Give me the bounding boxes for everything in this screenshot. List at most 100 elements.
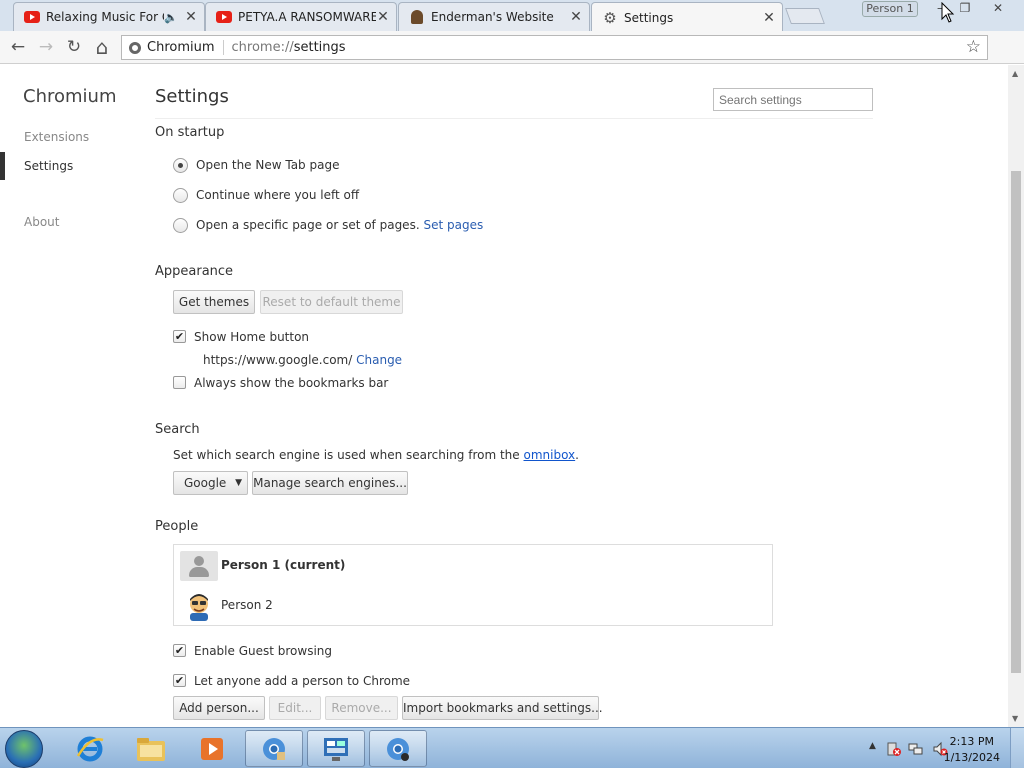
mouse-cursor-icon <box>941 2 955 23</box>
change-home-link[interactable]: Change <box>356 353 402 367</box>
close-window-button[interactable]: ✕ <box>983 1 1013 17</box>
chromium-page-icon <box>129 41 141 54</box>
close-tab-icon[interactable]: ✕ <box>569 9 583 25</box>
audio-playing-icon[interactable]: 🔈 <box>164 11 178 24</box>
scroll-up-icon[interactable]: ▲ <box>1012 69 1018 78</box>
sidebar-selection-indicator <box>0 152 5 180</box>
scrollbar-thumb[interactable] <box>1011 171 1021 673</box>
tab-settings[interactable]: ⚙ Settings ✕ <box>591 2 783 32</box>
checkbox-label: Show Home button <box>194 330 310 344</box>
clock-time: 2:13 PM <box>949 735 994 748</box>
sidebar-brand: Chromium <box>23 86 117 107</box>
anyone-add-person-checkbox[interactable]: ✔ <box>173 674 186 687</box>
gear-icon: ⚙ <box>603 8 617 27</box>
clock-date: 1/13/2024 <box>943 751 1000 764</box>
action-center-icon[interactable] <box>886 741 902 760</box>
cartoon-avatar-icon <box>190 594 208 621</box>
file-explorer-icon[interactable] <box>122 730 180 767</box>
profile-button[interactable]: Person 1 <box>862 1 918 17</box>
default-avatar-icon <box>180 551 218 581</box>
address-bar[interactable]: Chromium chrome://settings ☆ <box>121 35 988 60</box>
tab-relaxing-music[interactable]: Relaxing Music For Ca 🔈 ✕ <box>13 2 205 31</box>
home-url: https://www.google.com/ Change <box>203 353 403 367</box>
checkbox-label: Let anyone add a person to Chrome <box>194 674 411 688</box>
omnibox-link[interactable]: omnibox <box>524 448 576 462</box>
people-list: Person 1 (current) Person 2 <box>173 544 773 626</box>
show-hidden-icons-arrow[interactable]: ▲ <box>869 741 876 751</box>
checkbox-label: Always show the bookmarks bar <box>194 376 389 390</box>
add-person-button[interactable]: Add person... <box>173 696 265 720</box>
sidebar-item-extensions[interactable]: Extensions <box>24 130 89 144</box>
tab-title: Relaxing Music For Ca <box>46 10 164 24</box>
close-tab-icon[interactable]: ✕ <box>184 9 198 25</box>
radio-label: Open a specific page or set of pages. Se… <box>196 218 484 232</box>
url-text: chrome://settings <box>231 40 346 55</box>
radio-label: Open the New Tab page <box>196 158 340 172</box>
tab-petya-ransomware[interactable]: PETYA.A RANSOMWARE ✕ <box>205 2 397 31</box>
bookmarks-bar-checkbox[interactable] <box>173 376 186 389</box>
new-tab-button[interactable] <box>785 8 825 24</box>
show-desktop-button[interactable] <box>1010 728 1024 768</box>
forward-button[interactable]: → <box>34 36 58 58</box>
set-pages-link[interactable]: Set pages <box>423 218 483 232</box>
on-startup-heading: On startup <box>155 125 225 140</box>
chevron-down-icon: ▼ <box>235 478 242 488</box>
chromium-taskbar-icon-2[interactable] <box>369 730 427 767</box>
manage-search-engines-button[interactable]: Manage search engines... <box>252 471 408 495</box>
clock[interactable]: 2:13 PM 1/13/2024 <box>944 734 1000 766</box>
home-button[interactable]: ⌂ <box>90 36 114 58</box>
reset-theme-button[interactable]: Reset to default theme <box>260 290 403 314</box>
close-tab-icon[interactable]: ✕ <box>762 10 776 26</box>
radio-label: Continue where you left off <box>196 188 360 202</box>
search-engine-select[interactable]: Google ▼ <box>173 471 248 495</box>
chromium-taskbar-icon[interactable] <box>245 730 303 767</box>
show-home-checkbox[interactable]: ✔ <box>173 330 186 343</box>
internet-explorer-icon[interactable] <box>61 730 119 767</box>
guest-browsing-checkbox[interactable]: ✔ <box>173 644 186 657</box>
scroll-down-icon[interactable]: ▼ <box>1012 714 1018 723</box>
checkbox-label: Enable Guest browsing <box>194 644 332 658</box>
site-name: Chromium <box>147 40 215 55</box>
person-name: Person 1 (current) <box>221 558 346 572</box>
omnibox-separator <box>222 40 224 55</box>
settings-page: Chromium Extensions Settings About Setti… <box>0 65 1008 727</box>
search-settings-input[interactable] <box>713 88 873 111</box>
radio-continue[interactable] <box>173 188 188 203</box>
back-button[interactable]: ← <box>6 36 30 58</box>
browser-toolbar: ← → ↻ ⌂ Chromium chrome://settings ☆ <box>0 31 1024 64</box>
remove-person-button[interactable]: Remove... <box>325 696 398 720</box>
tab-title: PETYA.A RANSOMWARE <box>238 10 376 24</box>
get-themes-button[interactable]: Get themes <box>173 290 255 314</box>
windows-taskbar: ▲ 2:13 PM 1/13/2024 <box>0 727 1024 768</box>
sidebar-item-about[interactable]: About <box>24 215 59 229</box>
page-scrollbar[interactable]: ▲ ▼ <box>1008 65 1024 727</box>
edit-person-button[interactable]: Edit... <box>269 696 321 720</box>
search-heading: Search <box>155 422 200 437</box>
appearance-heading: Appearance <box>155 264 234 279</box>
tab-endermans-website[interactable]: Enderman's Website ✕ <box>398 2 590 31</box>
control-panel-icon[interactable] <box>307 730 365 767</box>
radio-specific-pages[interactable] <box>173 218 188 233</box>
site-favicon-icon <box>409 9 425 25</box>
sidebar-item-settings[interactable]: Settings <box>24 159 73 173</box>
list-item-person-1[interactable]: Person 1 (current) <box>174 545 772 585</box>
import-bookmarks-button[interactable]: Import bookmarks and settings... <box>402 696 603 720</box>
restore-button[interactable]: ❐ <box>951 1 979 17</box>
page-title: Settings <box>155 86 229 107</box>
media-player-icon[interactable] <box>183 730 241 767</box>
radio-new-tab-page[interactable] <box>173 158 188 173</box>
network-icon[interactable] <box>908 741 924 760</box>
system-tray: ▲ 2:13 PM 1/13/2024 <box>844 728 1024 768</box>
youtube-icon <box>24 9 40 25</box>
list-item-person-2[interactable]: Person 2 <box>174 585 772 625</box>
tab-strip: Relaxing Music For Ca 🔈 ✕ PETYA.A RANSOM… <box>0 0 1024 32</box>
header-divider <box>155 118 873 119</box>
tab-title: Enderman's Website <box>431 10 554 24</box>
reload-button[interactable]: ↻ <box>62 36 86 58</box>
person-name: Person 2 <box>221 598 273 612</box>
youtube-icon <box>216 9 232 25</box>
start-button[interactable] <box>5 730 43 768</box>
close-tab-icon[interactable]: ✕ <box>376 9 390 25</box>
people-heading: People <box>155 519 199 534</box>
bookmark-star-icon[interactable]: ☆ <box>966 37 981 57</box>
